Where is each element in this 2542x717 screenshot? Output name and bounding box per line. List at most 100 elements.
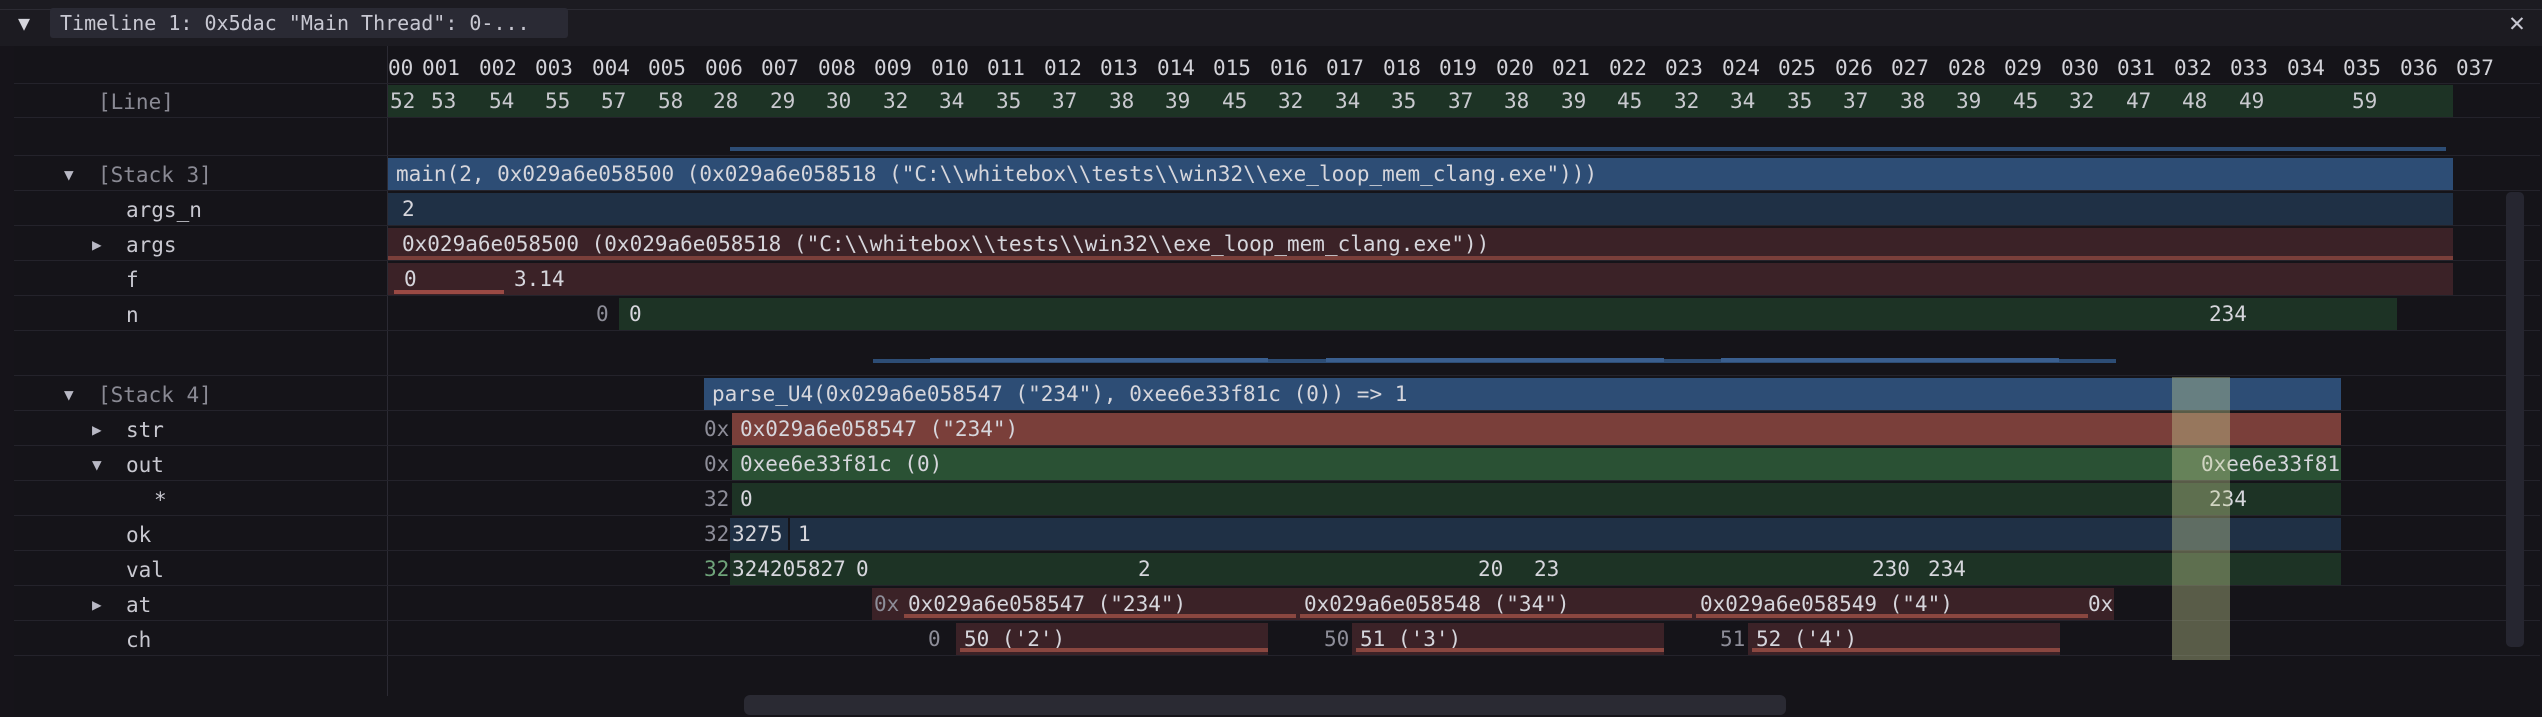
line-value: 52 [390,89,416,113]
var-label-n: n [126,303,139,327]
time-tick: 014 [1157,56,1195,80]
close-icon[interactable]: ✕ [2502,8,2532,38]
expand-str-chevron-icon[interactable]: ▶ [92,413,102,447]
stack4-call-bar[interactable]: parse_U4(0x029a6e058547 ("234"), 0xee6e3… [704,378,2341,410]
time-tick: 015 [1213,56,1251,80]
deref-value-bar[interactable]: 0 [732,483,2199,515]
stack3-label[interactable]: [Stack 3] [98,158,212,192]
stack4-summary-line [1326,358,1664,362]
time-tick: 029 [2004,56,2042,80]
n-value-bar[interactable]: 0 [591,298,619,330]
row-divider [14,83,2540,84]
time-tick: 035 [2343,56,2381,80]
time-tick: 010 [931,56,969,80]
stack4-label[interactable]: [Stack 4] [98,378,212,412]
var-label-str[interactable]: str [126,413,164,447]
time-tick: 022 [1609,56,1647,80]
expand-args-chevron-icon[interactable]: ▶ [92,228,102,262]
time-tick: 030 [2061,56,2099,80]
line-value: 49 [2239,89,2265,113]
label-column-divider[interactable] [387,46,388,696]
line-value: 55 [545,89,571,113]
line-value: 37 [1843,89,1869,113]
time-tick: 026 [1835,56,1873,80]
val-value-bar[interactable]: 32 [704,553,732,585]
args_n-value-bar[interactable]: 2 [388,193,2453,225]
horizontal-scrollbar[interactable] [744,695,1786,715]
stack3-call-bar[interactable]: main(2, 0x029a6e058500 (0x029a6e058518 (… [388,158,2453,190]
at-value-bar[interactable]: 0x [872,588,900,620]
time-tick: 012 [1044,56,1082,80]
ch-value-bar[interactable]: 50 [1324,623,1352,655]
time-tick: 024 [1722,56,1760,80]
selection-highlight[interactable] [2172,377,2230,660]
deref-value-bar[interactable]: 32 [704,483,732,515]
at-underline [1300,614,1692,618]
line-value: 38 [1109,89,1135,113]
var-label-args[interactable]: args [126,228,177,262]
ok-value-bar[interactable]: 3275 [730,518,788,550]
time-tick: 025 [1778,56,1816,80]
val-value-bar[interactable]: 324205827 [730,553,848,585]
ok-value-bar[interactable]: 32 [704,518,732,550]
time-tick: 011 [987,56,1025,80]
str-value-bar[interactable]: 0x029a6e058547 ("234") [732,413,2341,445]
expand-at-chevron-icon[interactable]: ▶ [92,588,102,622]
time-tick: 00 [388,56,414,80]
line-value: 32 [1674,89,1700,113]
line-value: 39 [1561,89,1587,113]
line-value: 35 [996,89,1022,113]
val-value-bar[interactable]: 0 [848,553,1130,585]
row-divider [14,260,2540,261]
line-value: 29 [770,89,796,113]
val-value-bar[interactable]: 2 [1130,553,1470,585]
collapse-out-chevron-icon[interactable]: ▼ [92,448,102,482]
time-tick: 016 [1270,56,1308,80]
var-label-at[interactable]: at [126,588,151,622]
at-value-bar[interactable]: 0x [2088,588,2114,620]
line-value: 37 [1052,89,1078,113]
time-tick: 027 [1891,56,1929,80]
var-label-ok: ok [126,523,152,547]
line-value: 38 [1504,89,1530,113]
vertical-scrollbar[interactable] [2506,192,2524,647]
n-value-bar[interactable]: 0 [619,298,2199,330]
f-underline [394,290,504,294]
var-label-val: val [126,558,164,582]
ch-value-bar[interactable]: 0 [928,623,956,655]
time-tick: 036 [2400,56,2438,80]
row-divider [14,410,2540,411]
time-tick: 002 [479,56,517,80]
ch-value-bar[interactable]: 51 [1720,623,1748,655]
val-value-bar[interactable]: 23 [1526,553,1864,585]
line-value: 54 [489,89,515,113]
out-value-bar[interactable]: 0x [704,448,732,480]
n-value-bar[interactable]: 234 [2199,298,2397,330]
ch-underline [960,648,1268,652]
row-divider [14,295,2540,296]
val-value-bar[interactable]: 234 [1920,553,2341,585]
line-value: 35 [1391,89,1417,113]
row-divider [14,117,2540,118]
row-divider [14,655,2540,656]
ok-value-bar[interactable]: 1 [790,518,2341,550]
val-value-bar[interactable]: 230 [1864,553,1920,585]
f-value-bar[interactable]: 3.14 [506,263,806,295]
str-value-bar[interactable]: 0x [704,413,732,445]
collapse-stack3-chevron-icon[interactable]: ▼ [64,158,74,192]
line-value: 45 [1222,89,1248,113]
line-value: 45 [1617,89,1643,113]
collapse-stack4-chevron-icon[interactable]: ▼ [64,378,74,412]
val-value-bar[interactable]: 20 [1470,553,1526,585]
line-value: 28 [713,89,739,113]
line-value: 34 [1730,89,1756,113]
line-value: 53 [431,89,457,113]
stack3-summary-line [730,147,2446,151]
line-value: 34 [1335,89,1361,113]
timeline-tab[interactable]: Timeline 1: 0x5dac "Main Thread": 0-... [50,8,568,38]
var-label-out[interactable]: out [126,448,164,482]
time-tick: 037 [2456,56,2494,80]
line-value: 34 [939,89,965,113]
out-value-bar[interactable]: 0xee6e33f81c (0) [732,448,2199,480]
hamburger-menu-icon[interactable]: ▼ [10,10,38,36]
